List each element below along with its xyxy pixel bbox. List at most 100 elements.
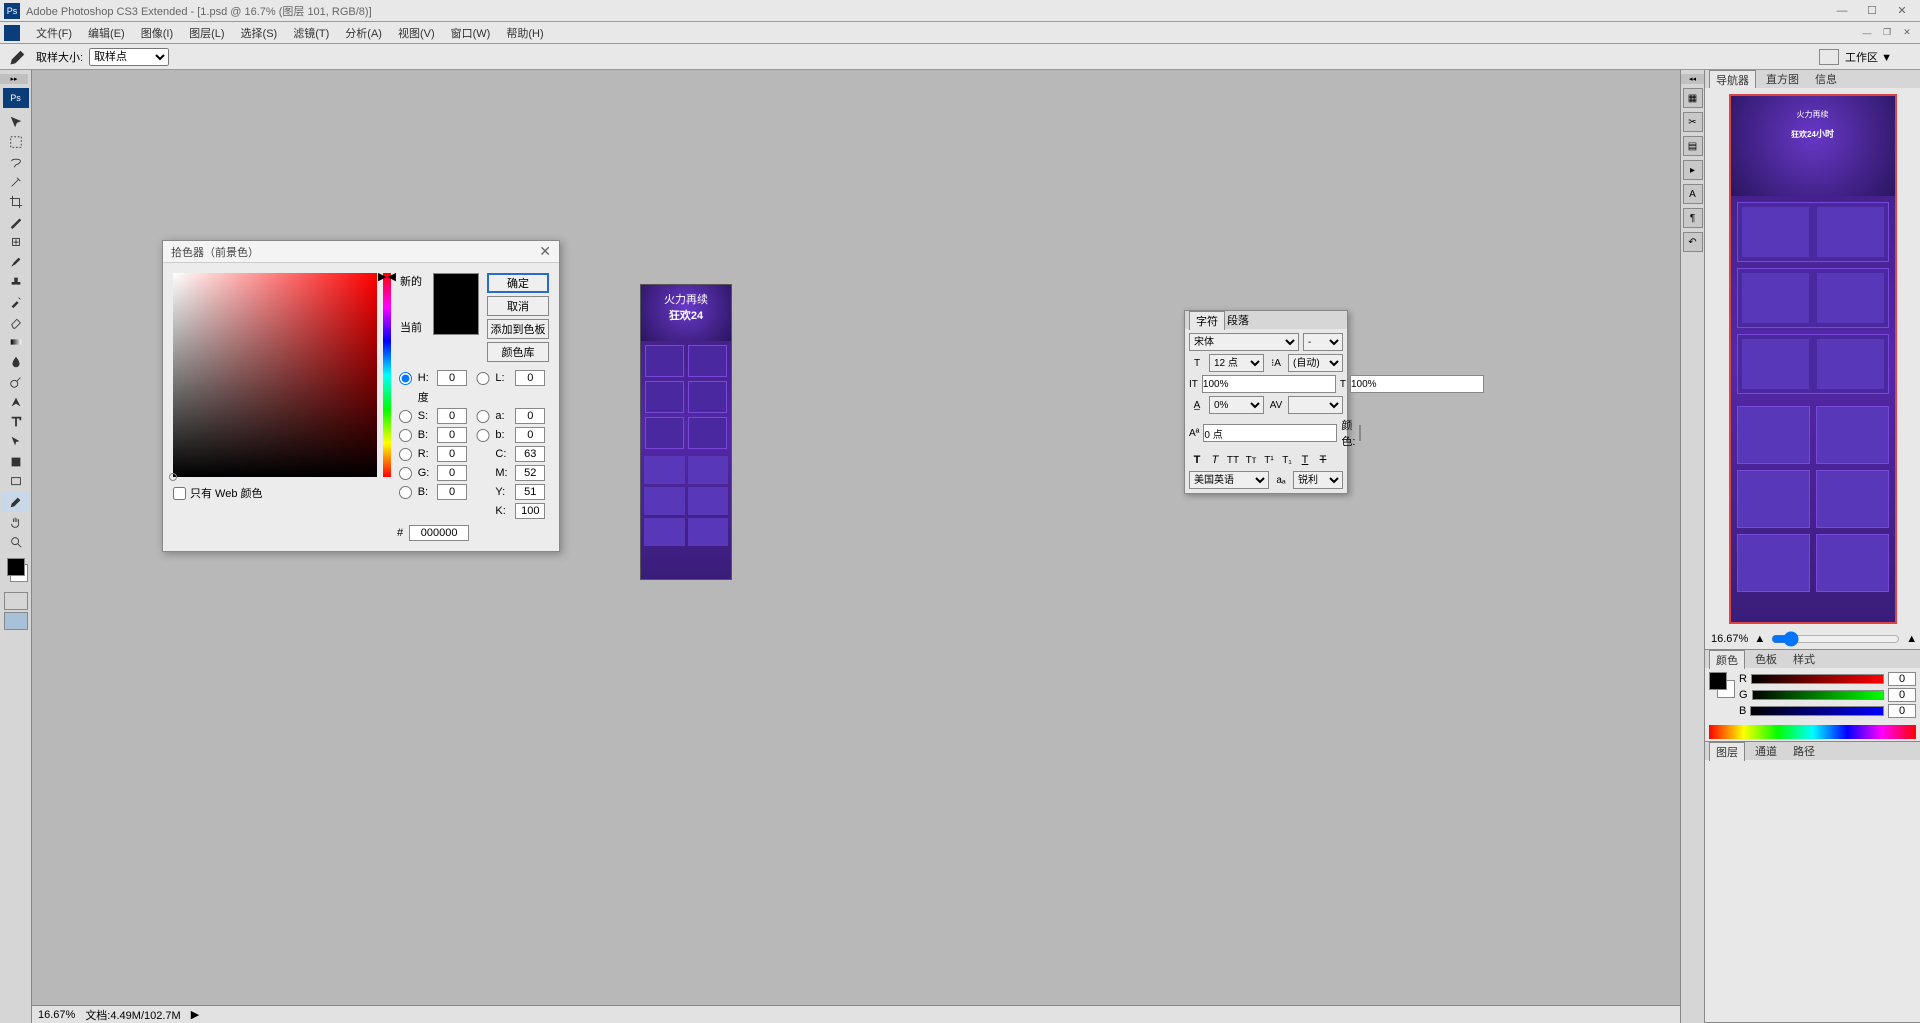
hex-input[interactable] <box>409 525 469 541</box>
foreground-swatch[interactable] <box>7 558 25 576</box>
dock-brushes-icon[interactable]: ▦ <box>1683 88 1703 108</box>
dock-char-icon[interactable]: A <box>1683 184 1703 204</box>
navigator-view[interactable]: 火力再续 狂欢24小时 <box>1705 88 1920 629</box>
tab-layers[interactable]: 图层 <box>1709 742 1745 761</box>
stamp-tool[interactable] <box>2 272 30 292</box>
sample-size-select[interactable]: 取样点 <box>89 48 169 66</box>
lab-b-radio[interactable] <box>475 429 492 442</box>
bval-input[interactable] <box>437 427 467 443</box>
font-size-select[interactable]: 12 点 <box>1209 354 1264 372</box>
move-tool[interactable] <box>2 112 30 132</box>
screenmode-button[interactable] <box>4 612 28 630</box>
path-select-tool[interactable] <box>2 432 30 452</box>
menu-layer[interactable]: 图层(L) <box>181 25 232 41</box>
menu-select[interactable]: 选择(S) <box>233 25 286 41</box>
a-radio[interactable] <box>475 410 492 423</box>
superscript-button[interactable]: T¹ <box>1261 452 1277 468</box>
g-input[interactable] <box>437 465 467 481</box>
c-input[interactable] <box>515 446 545 462</box>
menu-analysis[interactable]: 分析(A) <box>337 25 390 41</box>
s-radio[interactable] <box>397 410 414 423</box>
tab-navigator[interactable]: 导航器 <box>1709 70 1756 89</box>
strikethrough-button[interactable]: T <box>1315 452 1331 468</box>
color-libraries-button[interactable]: 颜色库 <box>487 342 549 362</box>
blur-tool[interactable] <box>2 352 30 372</box>
b-radio[interactable] <box>397 429 414 442</box>
l-radio[interactable] <box>475 372 492 385</box>
blue-radio[interactable] <box>397 486 414 499</box>
color-field[interactable] <box>173 273 377 477</box>
brush-tool[interactable] <box>2 252 30 272</box>
r-value[interactable] <box>1888 672 1916 686</box>
dock-para-icon[interactable]: ¶ <box>1683 208 1703 228</box>
tab-info[interactable]: 信息 <box>1809 70 1843 88</box>
tracking-select[interactable] <box>1288 396 1343 414</box>
italic-button[interactable]: T <box>1207 452 1223 468</box>
r-radio[interactable] <box>397 448 414 461</box>
color-spectrum[interactable] <box>1709 725 1916 739</box>
eyedropper-tool[interactable] <box>2 492 30 512</box>
canvas-area[interactable]: 火力再续 狂欢24 拾色器（前景色） ✕ 只有 Web 颜色 <box>32 70 1680 1023</box>
toolbar-expand[interactable]: ▸▸ <box>0 74 28 84</box>
b-slider[interactable] <box>1750 706 1884 716</box>
k-input[interactable] <box>515 503 545 519</box>
l-input[interactable] <box>515 370 545 386</box>
gradient-tool[interactable] <box>2 332 30 352</box>
allcaps-button[interactable]: TT <box>1225 452 1241 468</box>
zoom-in-icon[interactable]: ▲ <box>1906 633 1917 645</box>
language-select[interactable]: 美国英语 <box>1189 471 1269 489</box>
b-value[interactable] <box>1888 704 1916 718</box>
text-color-swatch[interactable] <box>1359 425 1361 441</box>
lab-b-input[interactable] <box>515 427 545 443</box>
dock-actions-icon[interactable]: ▸ <box>1683 160 1703 180</box>
r-input[interactable] <box>437 446 467 462</box>
tab-styles[interactable]: 样式 <box>1787 650 1821 668</box>
zoom-tool[interactable] <box>2 532 30 552</box>
h-radio[interactable] <box>397 372 414 385</box>
type-tool[interactable] <box>2 412 30 432</box>
menu-view[interactable]: 视图(V) <box>390 25 443 41</box>
maximize-button[interactable]: ☐ <box>1858 2 1886 20</box>
dock-history-icon[interactable]: ↶ <box>1683 232 1703 252</box>
tab-color[interactable]: 颜色 <box>1709 650 1745 669</box>
dialog-titlebar[interactable]: 拾色器（前景色） ✕ <box>163 241 559 263</box>
eraser-tool[interactable] <box>2 312 30 332</box>
doc-restore[interactable]: ❐ <box>1878 25 1896 41</box>
menu-file[interactable]: 文件(F) <box>28 25 80 41</box>
marquee-tool[interactable] <box>2 132 30 152</box>
tab-histogram[interactable]: 直方图 <box>1760 70 1805 88</box>
status-zoom[interactable]: 16.67% <box>38 1009 75 1021</box>
menu-edit[interactable]: 编辑(E) <box>80 25 133 41</box>
menu-image[interactable]: 图像(I) <box>133 25 181 41</box>
y-input[interactable] <box>515 484 545 500</box>
vscale-input[interactable] <box>1202 375 1336 393</box>
leading-select[interactable]: (自动) <box>1288 354 1343 372</box>
history-brush-tool[interactable] <box>2 292 30 312</box>
menu-filter[interactable]: 滤镜(T) <box>285 25 337 41</box>
notes-tool[interactable] <box>2 472 30 492</box>
dock-clone-icon[interactable]: ✂ <box>1683 112 1703 132</box>
g-slider[interactable] <box>1752 690 1884 700</box>
shape-tool[interactable] <box>2 452 30 472</box>
smallcaps-button[interactable]: Tᴛ <box>1243 452 1259 468</box>
cancel-button[interactable]: 取消 <box>487 296 549 316</box>
m-input[interactable] <box>515 465 545 481</box>
tab-character[interactable]: 字符 <box>1189 311 1225 330</box>
menu-help[interactable]: 帮助(H) <box>498 25 551 41</box>
doc-minimize[interactable]: — <box>1858 25 1876 41</box>
font-style-select[interactable]: - <box>1303 333 1343 351</box>
dock-expand[interactable]: ◂◂ <box>1681 74 1704 84</box>
dodge-tool[interactable] <box>2 372 30 392</box>
tab-paths[interactable]: 路径 <box>1787 742 1821 760</box>
bold-button[interactable]: T <box>1189 452 1205 468</box>
healing-tool[interactable] <box>2 232 30 252</box>
app-menu-icon[interactable] <box>4 25 20 41</box>
hue-slider[interactable]: ▶◀ <box>383 273 391 477</box>
go-to-bridge-button[interactable] <box>1819 49 1839 65</box>
s-input[interactable] <box>437 408 467 424</box>
g-value[interactable] <box>1888 688 1916 702</box>
add-swatch-button[interactable]: 添加到色板 <box>487 319 549 339</box>
font-family-select[interactable]: 宋体 <box>1189 333 1299 351</box>
r-slider[interactable] <box>1751 674 1884 684</box>
dock-layers-icon[interactable]: ▤ <box>1683 136 1703 156</box>
